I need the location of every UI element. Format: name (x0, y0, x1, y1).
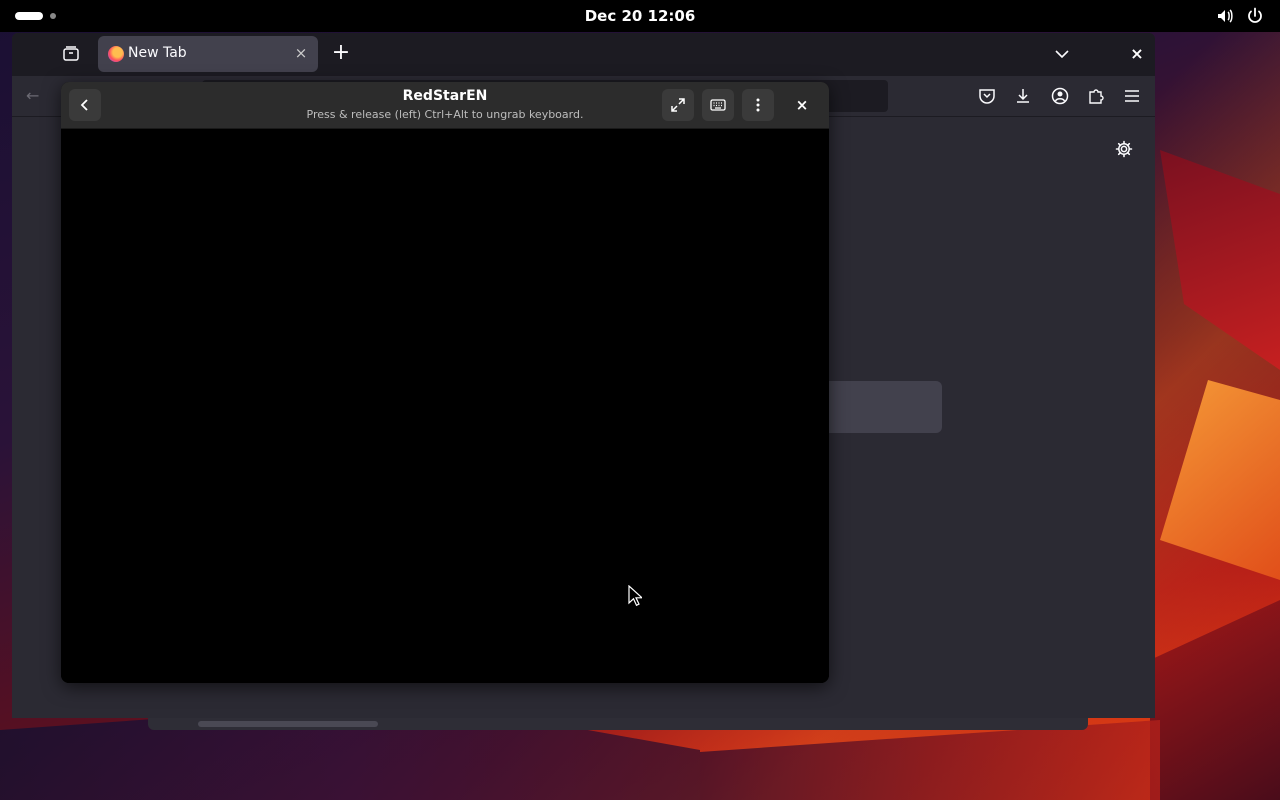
wallpaper-shape (1150, 600, 1280, 800)
volume-icon[interactable] (1215, 6, 1235, 26)
mouse-cursor-icon (628, 585, 642, 607)
fullscreen-icon (671, 98, 685, 112)
account-icon[interactable] (1050, 86, 1070, 106)
horizontal-scrollbar[interactable] (148, 718, 1088, 730)
top-bar: Dec 20 12:06 (0, 0, 1280, 32)
viewer-header: RedStarEN Press & release (left) Ctrl+Al… (61, 82, 829, 129)
wallpaper-shape (700, 720, 1160, 800)
keyboard-button[interactable] (702, 89, 734, 121)
gear-icon[interactable] (1114, 139, 1134, 159)
fullscreen-button[interactable] (662, 89, 694, 121)
wallpaper-shape (1160, 380, 1280, 580)
remote-display[interactable] (61, 129, 829, 683)
menu-icon[interactable] (1122, 86, 1142, 106)
chevron-down-icon[interactable] (1052, 44, 1072, 64)
pocket-icon[interactable] (977, 86, 997, 106)
window-close-button[interactable]: × (1127, 44, 1147, 64)
clock[interactable]: Dec 20 12:06 (0, 7, 1280, 25)
back-button[interactable]: ← (26, 86, 46, 106)
close-button[interactable]: × (793, 96, 811, 114)
tab-strip: New Tab × + × (12, 33, 1155, 76)
new-tab-button[interactable]: + (330, 42, 352, 65)
extensions-icon[interactable] (1086, 86, 1106, 106)
remote-viewer-window: RedStarEN Press & release (left) Ctrl+Al… (61, 82, 829, 683)
wallpaper-shape (1160, 150, 1280, 370)
tab-title: New Tab (128, 45, 187, 61)
tab-overview-icon[interactable] (60, 43, 82, 65)
more-options-button[interactable] (742, 89, 774, 121)
more-icon (756, 98, 760, 112)
firefox-icon (108, 46, 124, 62)
scrollbar-thumb[interactable] (198, 721, 378, 727)
keyboard-icon (710, 99, 726, 111)
download-icon[interactable] (1013, 86, 1033, 106)
tab-new-tab[interactable]: New Tab × (98, 36, 318, 72)
tab-close-icon[interactable]: × (292, 44, 310, 62)
power-icon[interactable] (1245, 6, 1265, 26)
